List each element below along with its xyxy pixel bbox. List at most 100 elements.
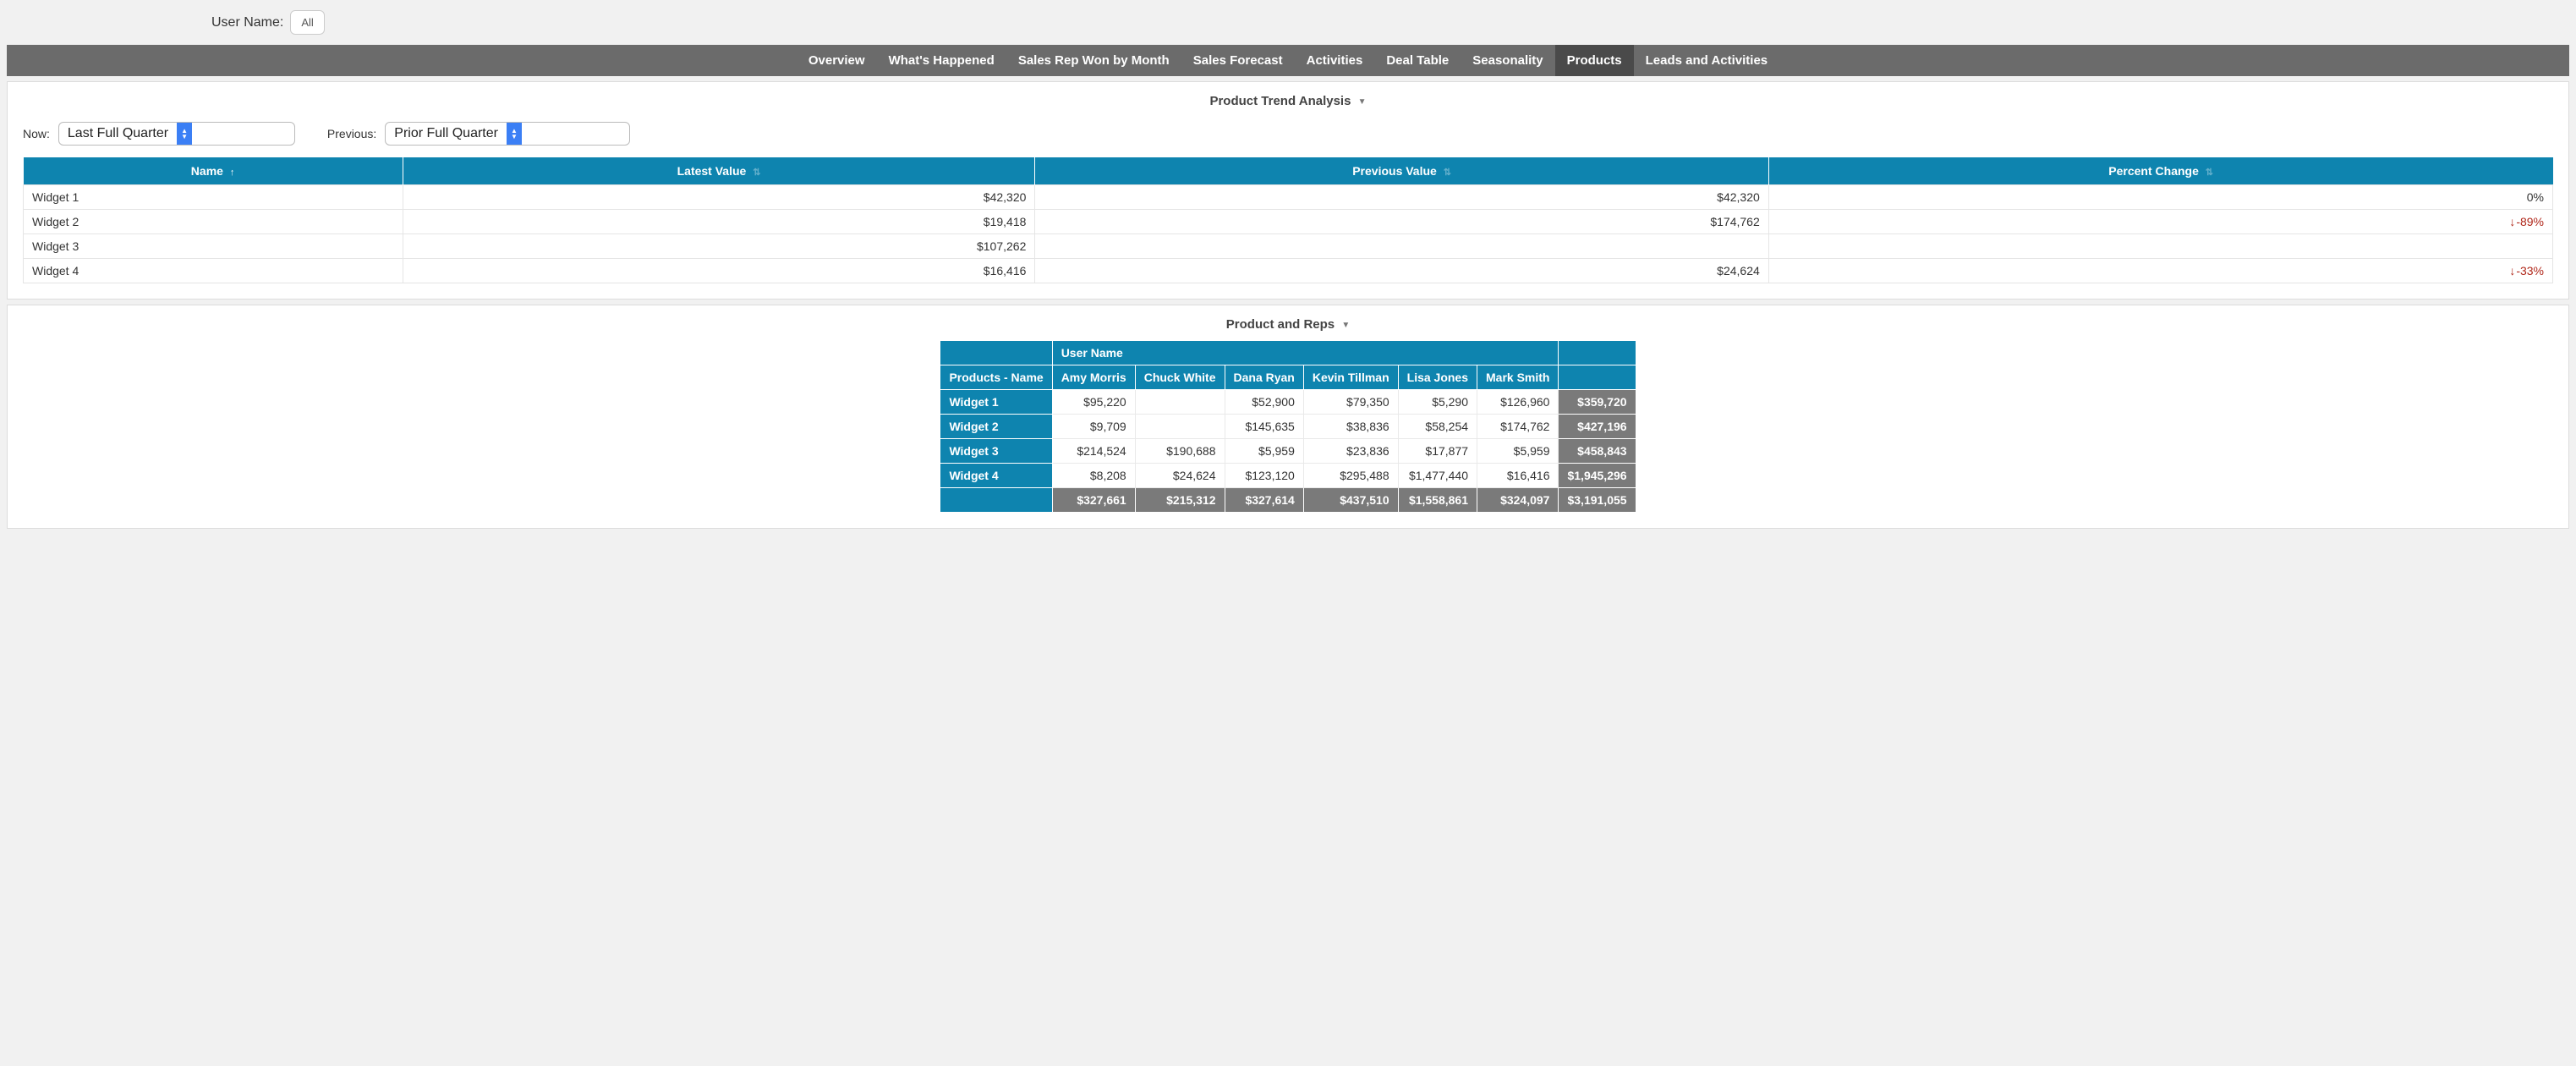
pivot-total-label	[940, 488, 1052, 513]
pivot-corner	[940, 341, 1052, 365]
pivot-cell: $58,254	[1398, 415, 1477, 439]
pivot-col-total: $1,558,861	[1398, 488, 1477, 513]
panel-product-reps: Product and Reps ▼ User NameProducts - N…	[7, 305, 2569, 529]
pivot-col-total: $327,661	[1052, 488, 1135, 513]
arrow-down-icon: ↓	[2509, 215, 2515, 228]
nav-tabs: OverviewWhat's HappenedSales Rep Won by …	[7, 45, 2569, 76]
pivot-total-blank	[1559, 341, 1636, 365]
cell-prev: $174,762	[1035, 210, 1768, 234]
pivot-cell: $16,416	[1477, 464, 1559, 488]
pivot-row-total: $359,720	[1559, 390, 1636, 415]
pivot-col-header[interactable]: Lisa Jones	[1398, 365, 1477, 390]
pivot-cell: $295,488	[1303, 464, 1398, 488]
table-row: Widget 2$19,418$174,762↓-89%	[24, 210, 2553, 234]
cell-pct: 0%	[1768, 185, 2552, 210]
caret-down-icon: ▼	[1341, 321, 1350, 330]
pivot-cell: $126,960	[1477, 390, 1559, 415]
pivot-cell: $174,762	[1477, 415, 1559, 439]
table-row: Widget 4$16,416$24,624↓-33%	[24, 259, 2553, 283]
table-row: Widget 1$42,320$42,3200%	[24, 185, 2553, 210]
cell-name: Widget 2	[24, 210, 403, 234]
tab-seasonality[interactable]: Seasonality	[1461, 45, 1554, 76]
panel-title-text: Product and Reps	[1226, 317, 1335, 332]
cell-latest: $19,418	[403, 210, 1035, 234]
tab-what-s-happened[interactable]: What's Happened	[877, 45, 1006, 76]
pivot-row-total: $458,843	[1559, 439, 1636, 464]
pivot-grand-total: $3,191,055	[1559, 488, 1636, 513]
col-header-name[interactable]: Name ↑	[24, 157, 403, 185]
col-header-prev[interactable]: Previous Value ⇅	[1035, 157, 1768, 185]
pivot-row: Widget 1$95,220$52,900$79,350$5,290$126,…	[940, 390, 1636, 415]
select-now-value: Last Full Quarter	[59, 126, 177, 141]
pivot-cell: $79,350	[1303, 390, 1398, 415]
pivot-col-header[interactable]: Mark Smith	[1477, 365, 1559, 390]
tab-activities[interactable]: Activities	[1295, 45, 1375, 76]
select-prev-value: Prior Full Quarter	[386, 126, 507, 141]
panel-product-trend: Product Trend Analysis ▼ Now: Last Full …	[7, 81, 2569, 299]
panel-title-reps[interactable]: Product and Reps ▼	[23, 314, 2553, 340]
select-now-period[interactable]: Last Full Quarter ▲▼	[58, 122, 295, 146]
pivot-col-total: $437,510	[1303, 488, 1398, 513]
pivot-cell: $17,877	[1398, 439, 1477, 464]
pivot-row-label[interactable]: Widget 3	[940, 439, 1052, 464]
filter-bar: User Name: All	[0, 0, 2576, 45]
period-selectors: Now: Last Full Quarter ▲▼ Previous: Prio…	[23, 117, 2553, 157]
tab-sales-forecast[interactable]: Sales Forecast	[1181, 45, 1295, 76]
cell-pct: ↓-89%	[1768, 210, 2552, 234]
pivot-col-header[interactable]: Dana Ryan	[1225, 365, 1303, 390]
pivot-row-label[interactable]: Widget 2	[940, 415, 1052, 439]
pivot-col-header[interactable]: Chuck White	[1135, 365, 1225, 390]
sort-asc-icon: ↑	[230, 168, 235, 178]
pivot-group-header[interactable]: User Name	[1052, 341, 1559, 365]
tab-sales-rep-won-by-month[interactable]: Sales Rep Won by Month	[1006, 45, 1181, 76]
pivot-col-total: $327,614	[1225, 488, 1303, 513]
pivot-row: Widget 2$9,709 $145,635$38,836$58,254$174…	[940, 415, 1636, 439]
pivot-col-header[interactable]: Kevin Tillman	[1303, 365, 1398, 390]
panel-title-text: Product Trend Analysis	[1209, 94, 1351, 108]
pivot-cell: $8,208	[1052, 464, 1135, 488]
pivot-cell: $9,709	[1052, 415, 1135, 439]
select-prev-period[interactable]: Prior Full Quarter ▲▼	[385, 122, 630, 146]
panel-title-trend[interactable]: Product Trend Analysis ▼	[23, 91, 2553, 117]
select-stepper-icon: ▲▼	[177, 123, 192, 145]
pivot-cell: $5,959	[1225, 439, 1303, 464]
cell-prev: $42,320	[1035, 185, 1768, 210]
cell-prev	[1035, 234, 1768, 259]
pivot-row: Widget 3$214,524$190,688$5,959$23,836$17…	[940, 439, 1636, 464]
tab-leads-and-activities[interactable]: Leads and Activities	[1634, 45, 1780, 76]
select-stepper-icon: ▲▼	[507, 123, 522, 145]
pivot-cell: $190,688	[1135, 439, 1225, 464]
table-row: Widget 3$107,262	[24, 234, 2553, 259]
tab-overview[interactable]: Overview	[797, 45, 877, 76]
caret-down-icon: ▼	[1358, 97, 1367, 107]
sort-icon: ⇅	[1444, 167, 1451, 178]
pivot-row-label[interactable]: Widget 4	[940, 464, 1052, 488]
col-header-pct[interactable]: Percent Change ⇅	[1768, 157, 2552, 185]
pivot-row-dim-label[interactable]: Products - Name	[940, 365, 1052, 390]
tab-products[interactable]: Products	[1555, 45, 1634, 76]
tab-deal-table[interactable]: Deal Table	[1374, 45, 1461, 76]
pivot-cell: $145,635	[1225, 415, 1303, 439]
pivot-cell: $24,624	[1135, 464, 1225, 488]
sort-icon: ⇅	[753, 167, 760, 178]
pivot-cell: $38,836	[1303, 415, 1398, 439]
cell-name: Widget 1	[24, 185, 403, 210]
cell-latest: $16,416	[403, 259, 1035, 283]
sort-icon: ⇅	[2206, 167, 2213, 178]
cell-latest: $107,262	[403, 234, 1035, 259]
cell-pct	[1768, 234, 2552, 259]
pivot-cell: $1,477,440	[1398, 464, 1477, 488]
cell-name: Widget 4	[24, 259, 403, 283]
pivot-cell: $214,524	[1052, 439, 1135, 464]
col-header-latest[interactable]: Latest Value ⇅	[403, 157, 1035, 185]
cell-prev: $24,624	[1035, 259, 1768, 283]
pivot-cell: $23,836	[1303, 439, 1398, 464]
pivot-row: Widget 4$8,208$24,624$123,120$295,488$1,…	[940, 464, 1636, 488]
filter-select-username[interactable]: All	[290, 10, 324, 35]
pivot-col-header[interactable]: Amy Morris	[1052, 365, 1135, 390]
pivot-totals-row: $327,661$215,312$327,614$437,510$1,558,8…	[940, 488, 1636, 513]
cell-latest: $42,320	[403, 185, 1035, 210]
pivot-row-label[interactable]: Widget 1	[940, 390, 1052, 415]
pivot-total-blank	[1559, 365, 1636, 390]
period-label-prev: Previous:	[327, 127, 376, 140]
